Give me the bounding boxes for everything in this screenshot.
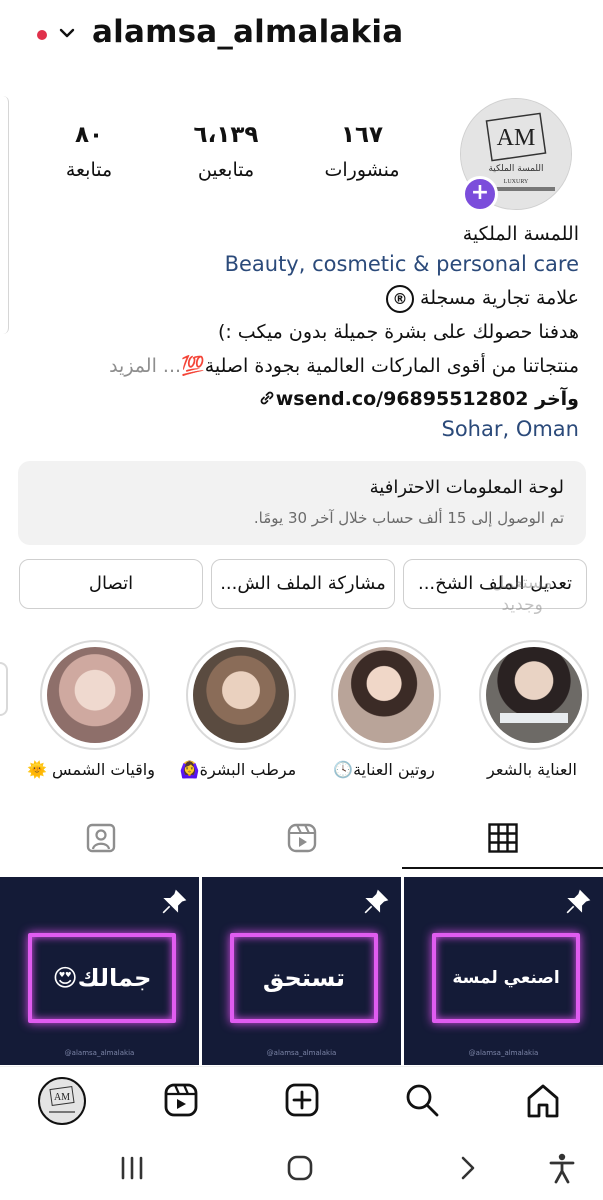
highlight-care-routine[interactable] xyxy=(331,640,441,750)
tab-tagged[interactable] xyxy=(0,812,201,868)
highlight-label-care-routine: روتين العناية🕓 xyxy=(314,760,454,779)
link-suffix: وآخر xyxy=(535,388,579,410)
profile-category: Beauty, cosmetic & personal care xyxy=(224,252,579,276)
profile-location[interactable]: Sohar, Oman xyxy=(441,417,579,441)
profile-name: اللمسة الملكية xyxy=(462,223,579,245)
account-username[interactable]: alamsa_almalakia xyxy=(92,14,403,50)
followers-label: متابعين xyxy=(197,159,255,181)
following-count: ٨٠ xyxy=(74,122,104,148)
followers-count: ٦،١٣٩ xyxy=(193,122,259,148)
registered-icon: ® xyxy=(385,285,414,313)
highlight-label-care-routine-text: روتين العناية xyxy=(353,760,435,779)
back-chevron-icon[interactable] xyxy=(456,1154,480,1182)
brand-logo-small: AM xyxy=(49,1085,75,1113)
post-3-caption-text: جمالك xyxy=(77,964,152,992)
home-icon[interactable] xyxy=(524,1083,562,1119)
pin-icon xyxy=(162,889,187,914)
chevron-down-icon[interactable] xyxy=(58,24,76,42)
top-bar: alamsa_almalakia xyxy=(0,0,603,72)
following-label: متابعة xyxy=(65,159,113,181)
create-post-icon[interactable] xyxy=(284,1082,320,1118)
post-1-caption: اصنعي لمسة xyxy=(432,933,580,1023)
highlight-sunscreen-image xyxy=(47,647,143,743)
profile-link[interactable]: وآخر wsend.co/96895512802 xyxy=(258,385,579,413)
highlight-sunscreen[interactable] xyxy=(40,640,150,750)
edge-panel-handle[interactable] xyxy=(0,96,9,334)
bio-line-1: هدفنا حصولك على بشرة جميلة بدون ميكب :) xyxy=(217,321,579,343)
tab-reels[interactable] xyxy=(201,812,402,868)
dashboard-subtitle: تم الوصول إلى 15 ألف حساب خلال آخر 30 يو… xyxy=(253,509,564,527)
post-2-caption: تستحق xyxy=(230,933,378,1023)
post-1-handle: @alamsa_almalakia xyxy=(468,1049,539,1057)
highlight-label-moisturizer-text: مرطب البشرة xyxy=(199,760,297,779)
reels-icon xyxy=(287,823,317,853)
tab-grid[interactable] xyxy=(402,812,603,868)
heart-eyes-emoji: 😍 xyxy=(52,964,78,992)
stat-posts[interactable]: ١٦٧ منشورات xyxy=(302,120,422,184)
post-3-handle: @alamsa_almalakia xyxy=(64,1049,135,1057)
bio-line-2-text: منتجاتنا من أقوى الماركات العالمية بجودة… xyxy=(204,355,579,377)
link-url-text: wsend.co/96895512802 xyxy=(275,388,529,410)
avatar-logo-text: AM xyxy=(497,125,536,151)
more-link[interactable]: ... المزيد xyxy=(109,355,181,377)
avatar-caption-en: LUXURY xyxy=(504,179,529,185)
posts-count: ١٦٧ xyxy=(340,122,384,148)
home-circle-icon[interactable] xyxy=(286,1154,314,1182)
pin-icon xyxy=(566,889,591,914)
post-1[interactable]: اصنعي لمسة @alamsa_almalakia xyxy=(404,877,603,1065)
dashboard-title: لوحة المعلومات الاحترافية xyxy=(369,477,564,498)
clock-emoji: 🕓 xyxy=(333,760,354,779)
pin-icon xyxy=(364,889,389,914)
notification-dot xyxy=(37,30,47,40)
post-3-caption: جمالك😍 xyxy=(28,933,176,1023)
posts-label: منشورات xyxy=(324,159,400,181)
contact-button[interactable]: اتصال xyxy=(19,559,203,609)
post-2[interactable]: تستحق @alamsa_almalakia xyxy=(202,877,401,1065)
sun-emoji: 🌞 xyxy=(27,760,47,779)
share-profile-button[interactable]: مشاركة الملف الش... xyxy=(211,559,395,609)
reels-nav-icon[interactable] xyxy=(163,1082,199,1118)
highlight-moisturizer[interactable] xyxy=(186,640,296,750)
nav-avatar-logo-text: AM xyxy=(54,1092,70,1103)
watermark: مستعمل وجديد xyxy=(492,573,553,615)
avatar-caption: اللمسة الملكية xyxy=(488,164,543,174)
trademark-line: علامة تجارية مسجلة ® xyxy=(385,284,579,313)
highlight-label-sunscreen-text: واقيات الشمس xyxy=(52,760,155,779)
accessibility-icon[interactable] xyxy=(547,1152,577,1184)
bottom-navigation: AM xyxy=(0,1066,603,1135)
tagged-person-icon xyxy=(86,823,116,853)
person-emoji: 🙆‍♀️ xyxy=(179,760,200,779)
stat-following[interactable]: ٨٠ متابعة xyxy=(29,120,149,184)
hundred-emoji: 💯 xyxy=(181,355,205,377)
highlight-moisturizer-image xyxy=(193,647,289,743)
bio-line-2: منتجاتنا من أقوى الماركات العالمية بجودة… xyxy=(109,352,579,380)
plus-icon: + xyxy=(470,180,490,205)
trademark-text: علامة تجارية مسجلة xyxy=(420,287,579,309)
highlight-label-sunscreen: واقيات الشمس 🌞 xyxy=(21,760,161,779)
system-navigation-bar xyxy=(0,1134,603,1200)
add-story-button[interactable]: + xyxy=(462,176,498,212)
stat-followers[interactable]: ٦،١٣٩ متابعين xyxy=(166,120,286,184)
post-3[interactable]: جمالك😍 @alamsa_almalakia xyxy=(0,877,199,1065)
grid-icon xyxy=(488,823,518,853)
highlight-hair-care[interactable] xyxy=(479,640,589,750)
active-tab-indicator xyxy=(402,867,603,869)
highlight-label-moisturizer: مرطب البشرة🙆‍♀️ xyxy=(168,760,308,779)
search-icon[interactable] xyxy=(404,1082,440,1118)
highlight-hair-care-image xyxy=(486,647,582,743)
professional-dashboard[interactable]: لوحة المعلومات الاحترافية تم الوصول إلى … xyxy=(18,461,586,545)
highlight-partial[interactable] xyxy=(0,662,8,716)
recent-apps-icon[interactable] xyxy=(116,1154,148,1182)
profile-nav-avatar[interactable]: AM xyxy=(38,1077,86,1125)
highlight-label-hair-care: العناية بالشعر xyxy=(487,760,577,779)
post-2-handle: @alamsa_almalakia xyxy=(266,1049,337,1057)
highlight-care-routine-image xyxy=(338,647,434,743)
link-url[interactable]: wsend.co/96895512802 xyxy=(258,388,529,410)
link-icon xyxy=(260,391,274,405)
